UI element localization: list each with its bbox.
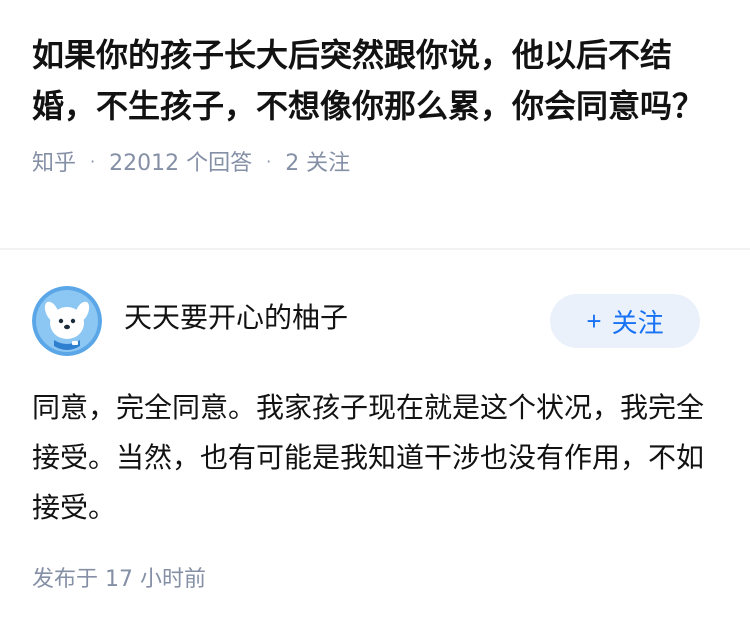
follow-button-label: 关注: [611, 307, 664, 338]
follow-button[interactable]: + 关注: [550, 294, 700, 348]
meta-separator: ·: [266, 151, 272, 171]
author-row: 天天要开心的柚子 + 关注: [32, 286, 700, 356]
publish-time: 发布于 17 小时前: [32, 567, 206, 592]
follow-count: 2 关注: [285, 151, 351, 176]
plus-icon: +: [586, 306, 602, 336]
author-name[interactable]: 天天要开心的柚子: [124, 300, 348, 336]
question-meta: 知乎 · 22012 个回答 · 2 关注: [32, 146, 722, 176]
answer-content[interactable]: 同意，完全同意。我家孩子现在就是这个状况，我完全接受。当然，也有可能是我知道干涉…: [32, 383, 718, 533]
cartoon-dog-avatar-icon: [32, 286, 102, 356]
answer-count[interactable]: 22012 个回答: [109, 145, 252, 177]
question-header: 如果你的孩子长大后突然跟你说，他以后不结婚，不生孩子，不想像你那么累，你会同意吗…: [32, 30, 722, 176]
meta-separator: ·: [90, 151, 96, 171]
source-label[interactable]: 知乎: [32, 145, 76, 177]
section-divider: [0, 248, 750, 250]
avatar[interactable]: [32, 286, 102, 356]
question-title[interactable]: 如果你的孩子长大后突然跟你说，他以后不结婚，不生孩子，不想像你那么累，你会同意吗…: [32, 30, 722, 132]
